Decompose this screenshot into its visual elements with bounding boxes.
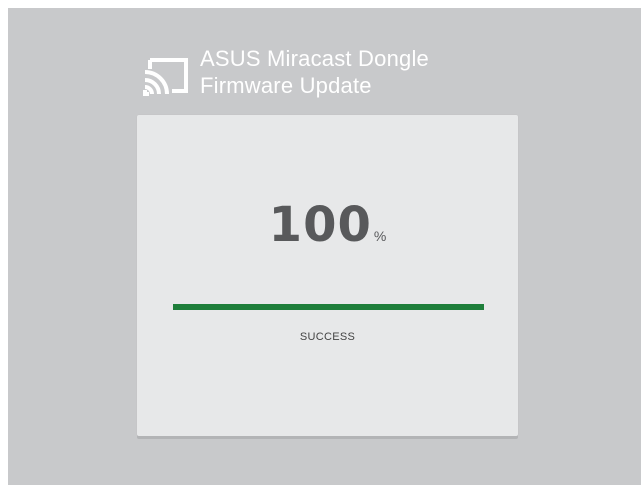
percent-value: 100	[268, 197, 372, 253]
cast-icon	[143, 58, 188, 96]
progress-bar	[173, 304, 484, 310]
status-text: SUCCESS	[299, 331, 356, 343]
progress-bar-fill	[173, 304, 484, 310]
percent-unit: %	[373, 228, 387, 244]
update-card: 100% SUCCESS	[137, 115, 518, 436]
progress-percentage: 100%	[137, 197, 518, 253]
app-title-line-1: ASUS Miracast Dongle	[200, 46, 429, 71]
app-title-line-2: Firmware Update	[200, 73, 372, 98]
update-screen: ASUS Miracast Dongle Firmware Update 100…	[8, 8, 641, 485]
